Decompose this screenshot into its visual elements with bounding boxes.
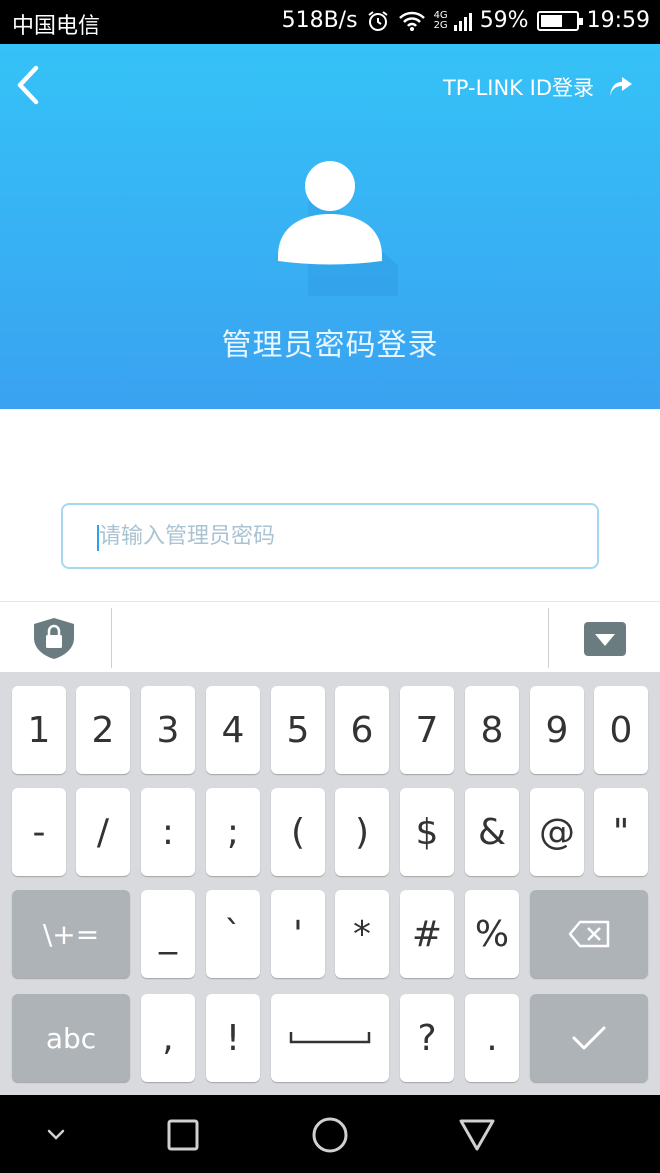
alarm-icon (367, 10, 388, 31)
key-dollar[interactable]: $ (400, 788, 454, 876)
share-arrow-icon (610, 77, 632, 96)
tp-link-id-login-button[interactable]: TP-LINK ID登录 (443, 72, 634, 102)
enter-button[interactable] (530, 994, 648, 1082)
key-apostrophe[interactable]: ' (271, 890, 325, 978)
network-speed: 518B/s (281, 8, 358, 33)
login-header: TP-LINK ID登录 管理员密码登录 (0, 44, 660, 409)
key-3[interactable]: 3 (141, 686, 195, 774)
key-semicolon[interactable]: ; (206, 788, 260, 876)
signal-icon (453, 11, 472, 31)
key-9[interactable]: 9 (530, 686, 584, 774)
carrier-name: 中国电信 (12, 14, 101, 39)
key-question[interactable]: ? (400, 994, 454, 1082)
back-triangle-icon[interactable] (455, 1113, 499, 1157)
toolbar-divider (548, 608, 549, 668)
key-2[interactable]: 2 (76, 686, 130, 774)
key-close-paren[interactable]: ) (335, 788, 389, 876)
chevron-down-icon[interactable] (34, 1113, 78, 1157)
key-colon[interactable]: : (141, 788, 195, 876)
key-underscore[interactable]: _ (141, 890, 195, 978)
key-0[interactable]: 0 (594, 686, 648, 774)
keyboard-hide-icon[interactable] (584, 622, 626, 656)
network-type-bottom: 2G (433, 19, 448, 31)
backspace-icon (568, 920, 610, 948)
tp-link-id-login-label: TP-LINK ID登录 (442, 76, 594, 100)
text-cursor (97, 525, 99, 551)
checkmark-icon (572, 1026, 606, 1050)
user-avatar-icon (278, 161, 398, 296)
system-navigation-bar (0, 1095, 660, 1173)
key-ampersand[interactable]: & (465, 788, 519, 876)
admin-password-input[interactable] (63, 505, 597, 567)
key-backtick[interactable]: ` (206, 890, 260, 978)
key-at[interactable]: @ (530, 788, 584, 876)
key-period[interactable]: . (465, 994, 519, 1082)
abc-toggle-button[interactable]: abc (12, 994, 130, 1082)
key-hyphen[interactable]: - (12, 788, 66, 876)
clock: 19:59 (586, 8, 650, 33)
recent-apps-icon[interactable] (161, 1113, 205, 1157)
key-comma[interactable]: , (141, 994, 195, 1082)
key-percent[interactable]: % (465, 890, 519, 978)
key-5[interactable]: 5 (271, 686, 325, 774)
key-quote[interactable]: " (594, 788, 648, 876)
numeric-symbol-keyboard: 1 2 3 4 5 6 7 8 9 0 - / : ; ( ) $ & @ " … (0, 672, 660, 1095)
space-key[interactable] (271, 994, 389, 1082)
key-open-paren[interactable]: ( (271, 788, 325, 876)
network-type: 4G 2G (433, 9, 448, 31)
wifi-icon (398, 11, 425, 31)
key-asterisk[interactable]: * (335, 890, 389, 978)
page-title: 管理员密码登录 (221, 328, 439, 363)
symbols-toggle-button[interactable]: \+= (12, 890, 130, 978)
key-1[interactable]: 1 (12, 686, 66, 774)
space-bar-icon (289, 1032, 371, 1044)
chevron-left-icon[interactable] (8, 60, 48, 110)
key-exclamation[interactable]: ! (206, 994, 260, 1082)
key-6[interactable]: 6 (335, 686, 389, 774)
key-8[interactable]: 8 (465, 686, 519, 774)
password-field-container (61, 503, 599, 569)
home-icon[interactable] (308, 1113, 352, 1157)
key-slash[interactable]: / (76, 788, 130, 876)
key-4[interactable]: 4 (206, 686, 260, 774)
key-7[interactable]: 7 (400, 686, 454, 774)
battery-icon (536, 10, 583, 31)
status-icons: 518B/s 4G 2G 59% 19:59 (282, 8, 650, 33)
shield-lock-icon[interactable] (30, 616, 78, 660)
battery-percent: 59% (479, 8, 529, 33)
network-type-top: 4G (433, 9, 448, 21)
toolbar-divider (111, 608, 112, 668)
key-hash[interactable]: # (400, 890, 454, 978)
keyboard-toolbar (0, 601, 660, 672)
backspace-button[interactable] (530, 890, 648, 978)
status-bar: 中国电信 518B/s 4G 2G 59% 19:59 (0, 0, 660, 44)
